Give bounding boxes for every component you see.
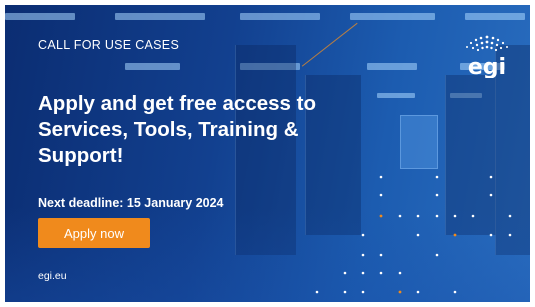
headline: Apply and get free access to Services, T… [38,92,316,167]
website-link[interactable]: egi.eu [38,270,67,282]
deadline-text: Next deadline: 15 January 2024 [38,196,224,210]
eyebrow-label: CALL FOR USE CASES [38,38,180,52]
apply-now-button[interactable]: Apply now [38,218,150,248]
logo-text: egi [468,55,506,78]
egi-logo-icon: egi [458,34,516,78]
promo-banner: CALL FOR USE CASES Apply and get free ac… [5,5,530,302]
